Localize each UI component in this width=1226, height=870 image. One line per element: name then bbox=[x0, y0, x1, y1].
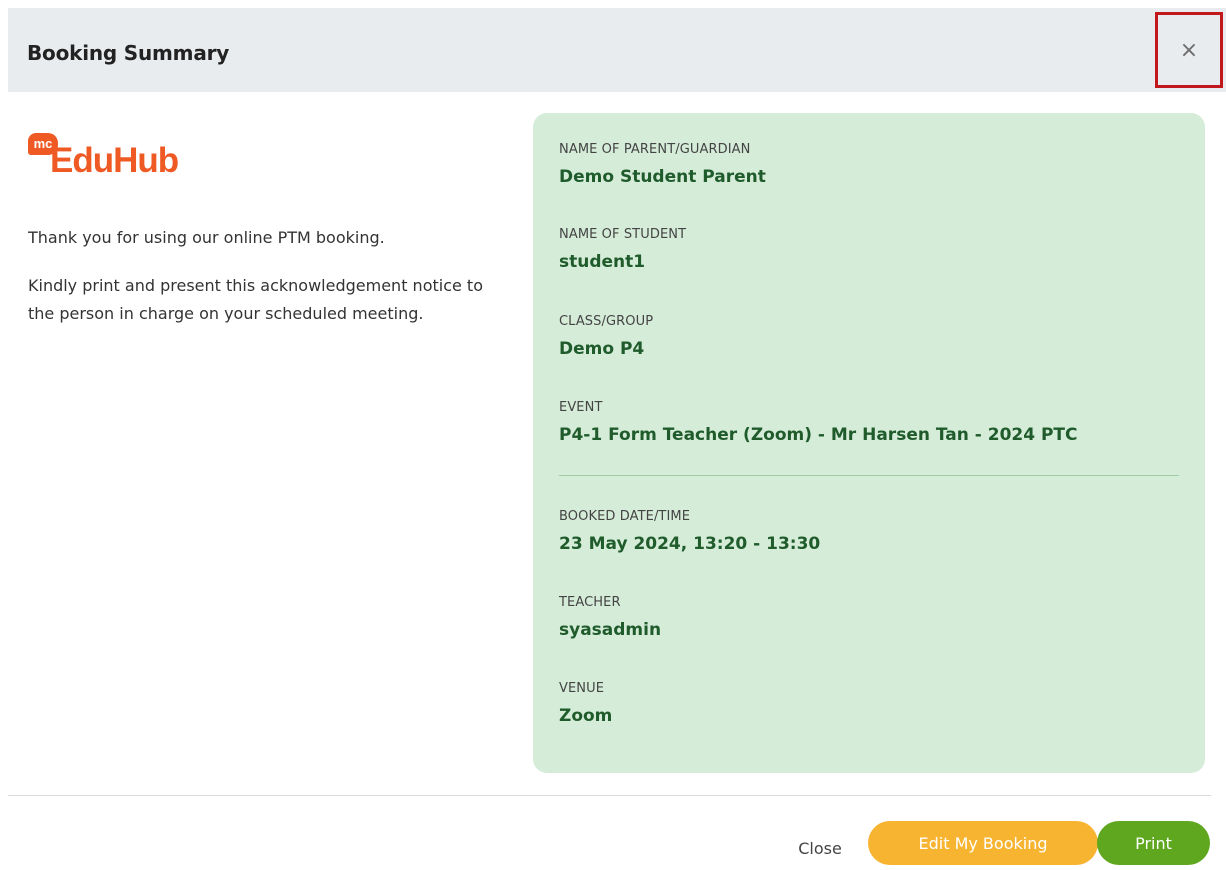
booked-value: 23 May 2024, 13:20 - 13:30 bbox=[559, 534, 821, 554]
class-field: CLASS/GROUP Demo P4 bbox=[559, 314, 653, 359]
booked-field: BOOKED DATE/TIME 23 May 2024, 13:20 - 13… bbox=[559, 509, 820, 554]
close-button[interactable]: Close bbox=[780, 826, 860, 870]
edit-booking-button[interactable]: Edit My Booking bbox=[868, 821, 1098, 865]
teacher-value: syasadmin bbox=[559, 620, 662, 640]
student-label: NAME OF STUDENT bbox=[559, 227, 687, 242]
parent-field: NAME OF PARENT/GUARDIAN Demo Student Par… bbox=[559, 142, 766, 187]
event-field: EVENT P4-1 Form Teacher (Zoom) - Mr Hars… bbox=[559, 400, 1078, 445]
parent-value: Demo Student Parent bbox=[559, 167, 766, 187]
class-label: CLASS/GROUP bbox=[559, 314, 654, 329]
venue-field: VENUE Zoom bbox=[559, 681, 612, 726]
venue-value: Zoom bbox=[559, 706, 613, 726]
booked-label: BOOKED DATE/TIME bbox=[559, 509, 691, 524]
instruction-text: Kindly print and present this acknowledg… bbox=[28, 276, 483, 323]
teacher-field: TEACHER syasadmin bbox=[559, 595, 661, 640]
close-icon[interactable]: × bbox=[1155, 12, 1223, 88]
card-divider bbox=[559, 475, 1179, 476]
parent-label: NAME OF PARENT/GUARDIAN bbox=[559, 142, 751, 157]
student-value: student1 bbox=[559, 252, 646, 272]
modal-header: Booking Summary × bbox=[8, 8, 1226, 92]
event-value: P4-1 Form Teacher (Zoom) - Mr Harsen Tan… bbox=[559, 425, 1078, 445]
eduhub-logo: mc EduHub bbox=[28, 133, 248, 187]
modal-title: Booking Summary bbox=[27, 41, 230, 65]
thank-you-text: Thank you for using our online PTM booki… bbox=[28, 228, 385, 247]
student-field: NAME OF STUDENT student1 bbox=[559, 227, 686, 272]
event-label: EVENT bbox=[559, 400, 603, 415]
footer-divider bbox=[8, 795, 1211, 796]
venue-label: VENUE bbox=[559, 681, 605, 696]
class-value: Demo P4 bbox=[559, 339, 645, 359]
print-button[interactable]: Print bbox=[1097, 821, 1210, 865]
teacher-label: TEACHER bbox=[559, 595, 621, 610]
logo-text: EduHub bbox=[50, 141, 179, 180]
booking-summary-card: NAME OF PARENT/GUARDIAN Demo Student Par… bbox=[533, 113, 1205, 773]
